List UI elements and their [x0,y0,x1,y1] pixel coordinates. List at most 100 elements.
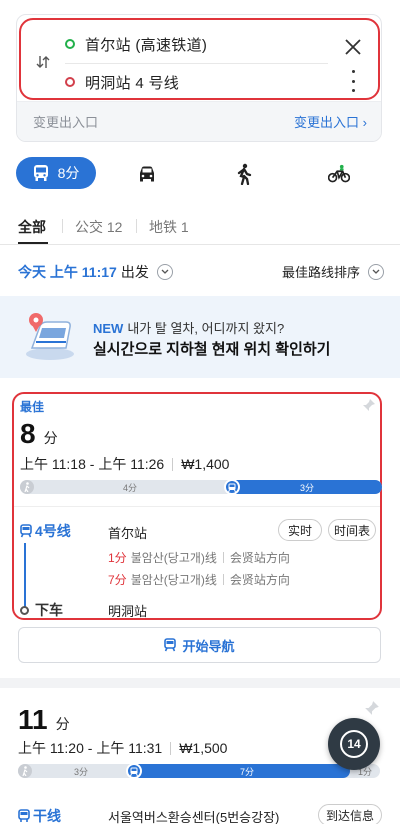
walk-icon[interactable] [233,163,255,185]
duration-number: 11 [18,704,48,735]
origin-dot-icon [65,39,75,49]
subway-line-badge: 4号线 [20,521,71,541]
route-steps: 4号线 首尔站 实时 时间表 1分 불암산(당고개)线 会贤站方向 7分 불암산… [14,506,380,619]
subway-segment-icon [224,479,240,495]
sort-label: 最佳路线排序 [281,265,360,280]
pin-icon[interactable] [362,398,376,412]
arrival-minutes: 7分 [108,573,127,587]
new-badge: NEW [93,321,124,336]
route-duration: 8 分 [20,418,58,450]
arrival-info: 7分 불암산(당고개)线 会贤站方向 [108,571,290,588]
route-option-best[interactable]: 最佳 8 分 上午 11:18 - 上午 11:26 ₩1,400 4分 3分 … [12,392,382,620]
close-icon[interactable] [344,38,362,56]
walk-segment-icon [20,480,34,494]
alight-dot-icon [20,605,29,615]
realtime-subway-banner[interactable]: NEW 내가 탈 열차, 어디까지 왔지? 실시간으로 지하철 현재 위치 확인하… [0,296,400,378]
arrival-info-button[interactable]: 到达信息 [318,804,382,824]
departure-suffix: 出发 [120,264,149,280]
fare-text: ₩1,500 [179,740,228,756]
fare-text: ₩1,400 [181,456,230,472]
banner-question: 내가 탈 열차, 어디까지 왔지? [127,321,285,336]
destination-entrance-link[interactable]: 变更出入口 › [294,112,367,131]
route-duration: 11 分 [18,704,70,736]
arrival-minutes: 1分 [108,551,127,565]
departure-time: 今天 上午 11:17 [18,264,117,280]
duration-number: 8 [20,418,36,449]
refresh-icon: 14 [340,730,368,758]
alight-label: 下车 [20,600,63,620]
section-divider [0,678,400,688]
tab-subway[interactable]: 地铁 1 [149,217,189,237]
realtime-button[interactable]: 实时 [278,519,322,541]
origin-field[interactable]: 首尔站 (高速铁道) [65,30,207,58]
swap-icon[interactable] [35,54,51,70]
alight-text: 下车 [35,602,63,618]
bus-segment-icon [126,763,142,779]
more-options-icon[interactable] [350,70,356,92]
arrival-info: 1分 불암산(당고개)线 会贤站方向 [108,549,290,566]
subway-segment-label: 3分 [300,483,315,493]
banner-subtitle: 실시간으로 지하철 현재 위치 확인하기 [93,341,331,358]
origin-text: 首尔站 (高速铁道) [85,36,208,54]
boarding-station: 서울역버스환승센터(5번승강장) [108,810,280,824]
mode-transit-label: 8分 [57,165,80,181]
chevron-down-icon [156,264,173,280]
tab-separator [62,219,63,233]
subway-icon [20,524,32,538]
alight-station: 明洞站 [108,604,148,619]
route-segment-bar: 4分 3分 [20,479,382,495]
time-range-text: 上午 11:20 - 上午 11:31 [18,740,163,756]
tab-all[interactable]: 全部 [18,217,46,237]
walk-segment-label: 4分 [123,483,138,493]
subway-icon [164,638,177,652]
duration-unit: 分 [43,430,58,446]
bus-segment [128,764,350,778]
duration-unit: 分 [55,716,70,732]
mode-transit-tab[interactable]: 8分 [16,157,96,189]
sort-selector[interactable]: 最佳路线排序 [282,262,384,281]
arrival-direction: 会贤站方向 [229,573,290,587]
start-navigation-button[interactable]: 开始导航 [18,627,381,663]
time-range-text: 上午 11:18 - 上午 11:26 [20,456,165,472]
route-segment-bar: 3分 7分 1分 [18,763,380,779]
best-route-badge: 最佳 [20,400,45,414]
arrival-line: 불암산(당고개)线 [130,573,217,587]
pin-icon[interactable] [364,700,380,716]
boarding-station: 首尔站 [108,526,148,541]
destination-dot-icon [65,77,75,87]
subway-line-name: 4号线 [35,523,71,539]
start-navigation-label: 开始导航 [182,638,235,654]
chevron-down-icon [368,263,384,280]
departure-time-selector[interactable]: 今天 上午 11:17 出发 [18,262,173,282]
arrival-direction: 会贤站方向 [229,551,290,565]
arrival-line: 불암산(당고개)线 [130,551,217,565]
transport-mode-tabs: 8分 [16,157,384,189]
bus-line-badge: 干线 [18,806,61,824]
field-divider [65,63,328,64]
destination-field[interactable]: 明洞站 4 号线 [65,68,179,96]
route-search-card: 首尔站 (高速铁道) 明洞站 4 号线 变更出入口 变更出入口 › [16,14,382,142]
entrance-bar: 变更出入口 变更出入口 › [17,101,381,141]
destination-text: 明洞站 4 号线 [85,74,180,92]
route-input-box: 首尔站 (高速铁道) 明洞站 4 号线 [19,18,380,100]
route-filter-tabs: 全部 公交 12 地铁 1 [0,205,400,245]
origin-entrance-link[interactable]: 变更出入口 [33,112,98,131]
tab-active-underline [18,242,48,244]
walk-segment-icon [18,764,32,778]
subway-train-illustration-icon [26,313,74,360]
car-icon[interactable] [136,163,158,185]
refresh-countdown-button[interactable]: 14 [328,718,380,770]
bus-segment-label: 7分 [240,767,255,777]
bus-line-name: 干线 [33,808,61,824]
bike-icon[interactable] [328,163,350,185]
timetable-button[interactable]: 时间表 [328,519,376,541]
bus-icon [33,165,48,181]
tab-bus[interactable]: 公交 12 [75,217,122,237]
walk-segment-label: 3分 [74,767,89,777]
banner-headline: NEW 내가 탈 열차, 어디까지 왔지? [93,318,284,337]
bus-icon [18,809,30,822]
refresh-countdown-label: 14 [347,737,361,751]
route-time-range: 上午 11:18 - 上午 11:26 ₩1,400 [20,454,229,474]
tab-separator [136,219,137,233]
route-time-range: 上午 11:20 - 上午 11:31 ₩1,500 [18,738,227,758]
